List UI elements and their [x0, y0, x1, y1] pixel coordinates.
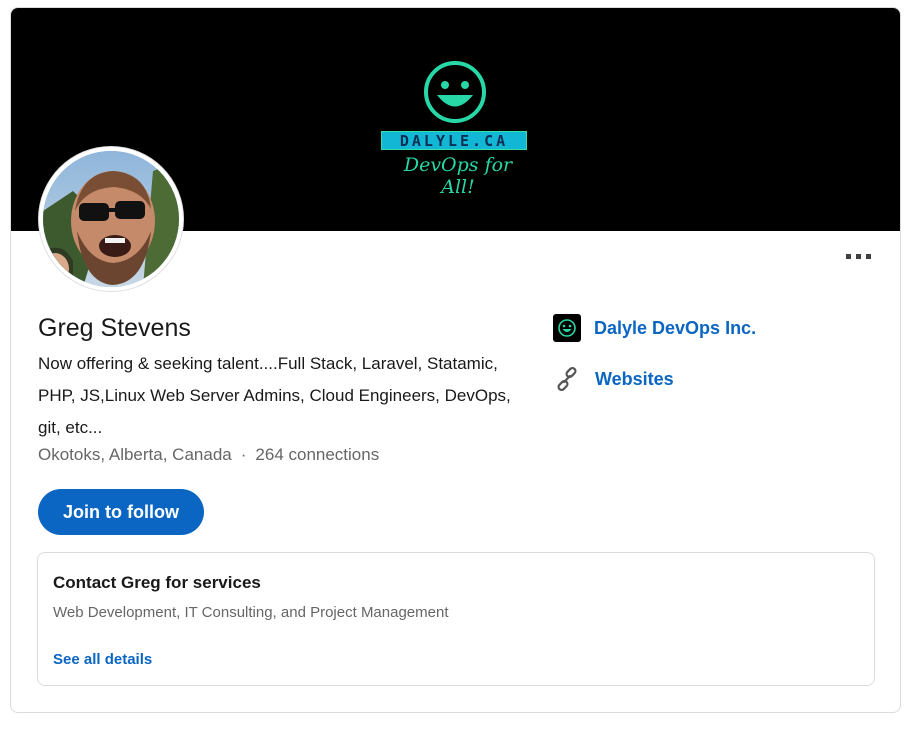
link-icon [553, 365, 581, 393]
company-logo-icon [553, 314, 581, 342]
websites-label: Websites [595, 368, 674, 389]
profile-location: Okotoks, Alberta, Canada [38, 445, 232, 464]
profile-headline: Now offering & seeking talent....Full St… [38, 354, 511, 437]
profile-connections: 264 connections [255, 445, 380, 464]
more-actions-button[interactable] [839, 246, 879, 268]
profile-name: Greg Stevens [38, 314, 191, 342]
profile-photo [43, 151, 179, 287]
see-all-details-link[interactable]: See all details [53, 651, 152, 668]
profile-card: DALYLE.CA DevOps for All! Greg Stevens N… [10, 7, 901, 713]
join-to-follow-button[interactable]: Join to follow [38, 489, 204, 535]
smiley-logo-icon [424, 61, 486, 123]
company-name: Dalyle DevOps Inc. [594, 317, 757, 338]
avatar[interactable] [39, 147, 183, 291]
separator-dot: · [240, 445, 247, 464]
ellipsis-icon [846, 254, 871, 259]
company-banner-logo: DALYLE.CA DevOps for All! [379, 58, 531, 198]
services-card: Contact Greg for services Web Developmen… [37, 552, 875, 686]
banner-logo-text: DALYLE.CA [381, 131, 527, 150]
location-line: Okotoks, Alberta, Canada · 264 connections [38, 445, 379, 465]
profile-right-column: Dalyle DevOps Inc. Websites [553, 313, 756, 415]
websites-link[interactable]: Websites [553, 364, 756, 394]
services-description: Web Development, IT Consulting, and Proj… [53, 604, 449, 621]
banner-logo-tagline: DevOps for All! [403, 154, 513, 198]
services-title: Contact Greg for services [53, 573, 261, 592]
current-company-link[interactable]: Dalyle DevOps Inc. [553, 313, 756, 343]
